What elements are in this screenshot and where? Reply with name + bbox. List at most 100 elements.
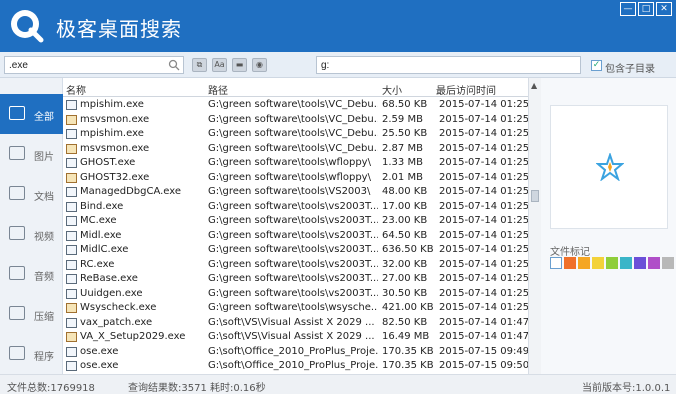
tag-color-swatch[interactable] [620,257,632,269]
file-path-cell: G:\green software\tools\wfloppy\ [208,171,371,183]
image-icon [9,146,25,160]
filename-search-input[interactable] [4,56,184,74]
tag-color-swatch[interactable] [634,257,646,269]
tag-color-swatch[interactable] [648,257,660,269]
column-header-last-access[interactable]: 最后访问时间 [436,82,496,97]
include-subdirs-checkbox[interactable]: ✓ [591,60,602,71]
preview-panel: 文件标记 [541,78,676,374]
maximize-button[interactable]: □ [638,2,654,16]
file-size-cell: 2.59 MB [382,113,423,125]
column-header-size[interactable]: 大小 [382,82,402,97]
exe-file-icon [66,129,77,139]
comment-icon[interactable]: ▬ [232,58,247,72]
app-logo-icon [11,10,44,43]
archive-icon [9,306,25,320]
column-header-name[interactable]: 名称 [66,82,86,97]
column-header-path[interactable]: 路径 [208,82,228,97]
tag-color-swatch[interactable] [662,257,674,269]
file-size-cell: 64.50 KB [382,229,428,241]
file-size-cell: 2.87 MB [382,142,423,154]
sidebar-item-images[interactable]: 图片 [0,134,63,174]
table-row[interactable]: Wsyscheck.exe G:\green software\tools\wsy… [63,301,528,316]
sidebar-item-video[interactable]: 视频 [0,214,63,254]
all-files-icon [9,106,25,120]
exe-file-icon [66,317,77,328]
sidebar-item-all[interactable]: 全部 [0,94,63,134]
table-row[interactable]: VA_X_Setup2029.exe G:\soft\VS\Visual Assi… [63,330,528,345]
path-input[interactable] [316,56,581,74]
sidebar-item-audio[interactable]: 音频 [0,254,63,294]
table-row[interactable]: ose.exe G:\soft\Office_2010_ProPlus_Proje… [63,359,528,374]
file-name-cell: Uuidgen.exe [80,287,143,299]
file-name-cell: vax_patch.exe [80,316,153,328]
last-access-cell: 2015-07-15 09:49 [439,345,528,357]
exe-file-icon [66,158,77,168]
file-path-cell: G:\soft\VS\Visual Assist X 2029 ... [208,331,375,342]
table-row[interactable]: msvsmon.exe G:\green software\tools\VC_De… [63,142,528,157]
table-row[interactable]: Midl.exe G:\green software\tools\vs2003T.… [63,229,528,244]
exe-file-icon [66,288,77,299]
table-row[interactable]: MidlC.exe G:\green software\tools\vs2003T… [63,243,528,258]
table-row[interactable]: ose.exe G:\soft\Office_2010_ProPlus_Proje… [63,345,528,360]
file-name-cell: GHOST32.exe [80,171,150,183]
last-access-cell: 2015-07-14 01:25 [439,186,528,197]
file-size-cell: 170.35 KB [382,345,434,357]
status-bar: 文件总数:1769918 查询结果数:3571 耗时:0.16秒 当前版本号:1… [0,374,676,394]
sidebar-item-label: 视频 [34,232,54,243]
video-icon [9,226,25,240]
table-row[interactable]: MC.exe G:\green software\tools\vs2003T...… [63,214,528,229]
exe-file-icon [66,274,77,284]
file-path-cell: G:\soft\Office_2010_ProPlus_Proje... [208,345,378,357]
table-row[interactable]: mpishim.exe G:\green software\tools\VC_De… [63,127,528,142]
file-size-cell: 16.49 MB [382,331,430,342]
table-scrollbar[interactable]: ▲ [528,78,541,374]
exe-file-icon [66,303,77,313]
exe-file-icon [66,114,77,125]
scroll-thumb[interactable] [531,190,539,202]
table-row[interactable]: RC.exe G:\green software\tools\vs2003T...… [63,258,528,273]
file-path-cell: G:\green software\tools\VC_Debu... [208,113,378,125]
last-access-cell: 2015-07-14 01:25 [439,113,528,125]
copy-icon[interactable]: ⧉ [192,58,207,72]
file-name-cell: RC.exe [80,258,115,270]
table-row[interactable]: ManagedDbgCA.exe G:\green software\tools\… [63,185,528,200]
tag-color-swatch[interactable] [606,257,618,269]
file-name-cell: ReBase.exe [80,273,138,284]
sidebar-item-documents[interactable]: 文档 [0,174,63,214]
file-size-cell: 636.50 KB [382,244,434,255]
close-button[interactable]: ✕ [656,2,672,16]
table-row[interactable]: GHOST.exe G:\green software\tools\wfloppy… [63,156,528,171]
table-row[interactable]: msvsmon.exe G:\green software\tools\VC_De… [63,113,528,128]
results-table: 名称 路径 大小 最后访问时间 mpishim.exe G:\green soft… [63,78,528,374]
match-case-button[interactable]: Aa [212,58,227,72]
table-row[interactable]: vax_patch.exe G:\soft\VS\Visual Assist X … [63,316,528,331]
sidebar-item-label: 文档 [34,192,54,203]
last-access-cell: 2015-07-14 01:25 [439,215,528,226]
tag-color-swatch[interactable] [592,257,604,269]
tag-color-swatch[interactable] [564,257,576,269]
scroll-up-icon[interactable]: ▲ [531,81,537,90]
file-name-cell: MidlC.exe [80,244,129,255]
document-icon [9,186,25,200]
table-row[interactable]: GHOST32.exe G:\green software\tools\wflop… [63,171,528,186]
exe-file-icon [66,346,77,357]
exe-file-icon [66,230,77,241]
table-row[interactable]: Uuidgen.exe G:\green software\tools\vs200… [63,287,528,302]
file-size-cell: 1.33 MB [382,157,423,168]
sidebar-item-programs[interactable]: 程序 [0,334,63,374]
table-row[interactable]: Bind.exe G:\green software\tools\vs2003T.… [63,200,528,215]
version-label: 当前版本号:1.0.0.1 [582,383,671,394]
eye-icon[interactable]: ◉ [252,58,267,72]
tag-color-swatch[interactable] [578,257,590,269]
search-icon[interactable] [168,59,180,71]
tag-color-swatch[interactable] [550,257,562,269]
table-row[interactable]: ReBase.exe G:\green software\tools\vs2003… [63,272,528,287]
exe-file-icon [66,143,77,154]
minimize-button[interactable]: — [620,2,636,16]
sidebar-item-archives[interactable]: 压缩 [0,294,63,334]
file-name-cell: VA_X_Setup2029.exe [80,331,186,342]
file-path-cell: G:\soft\Office_2010_ProPlus_Proje... [208,360,378,371]
preview-area [550,105,668,229]
last-access-cell: 2015-07-14 01:25 [439,244,528,255]
table-row[interactable]: mpishim.exe G:\green software\tools\VC_De… [63,98,528,113]
